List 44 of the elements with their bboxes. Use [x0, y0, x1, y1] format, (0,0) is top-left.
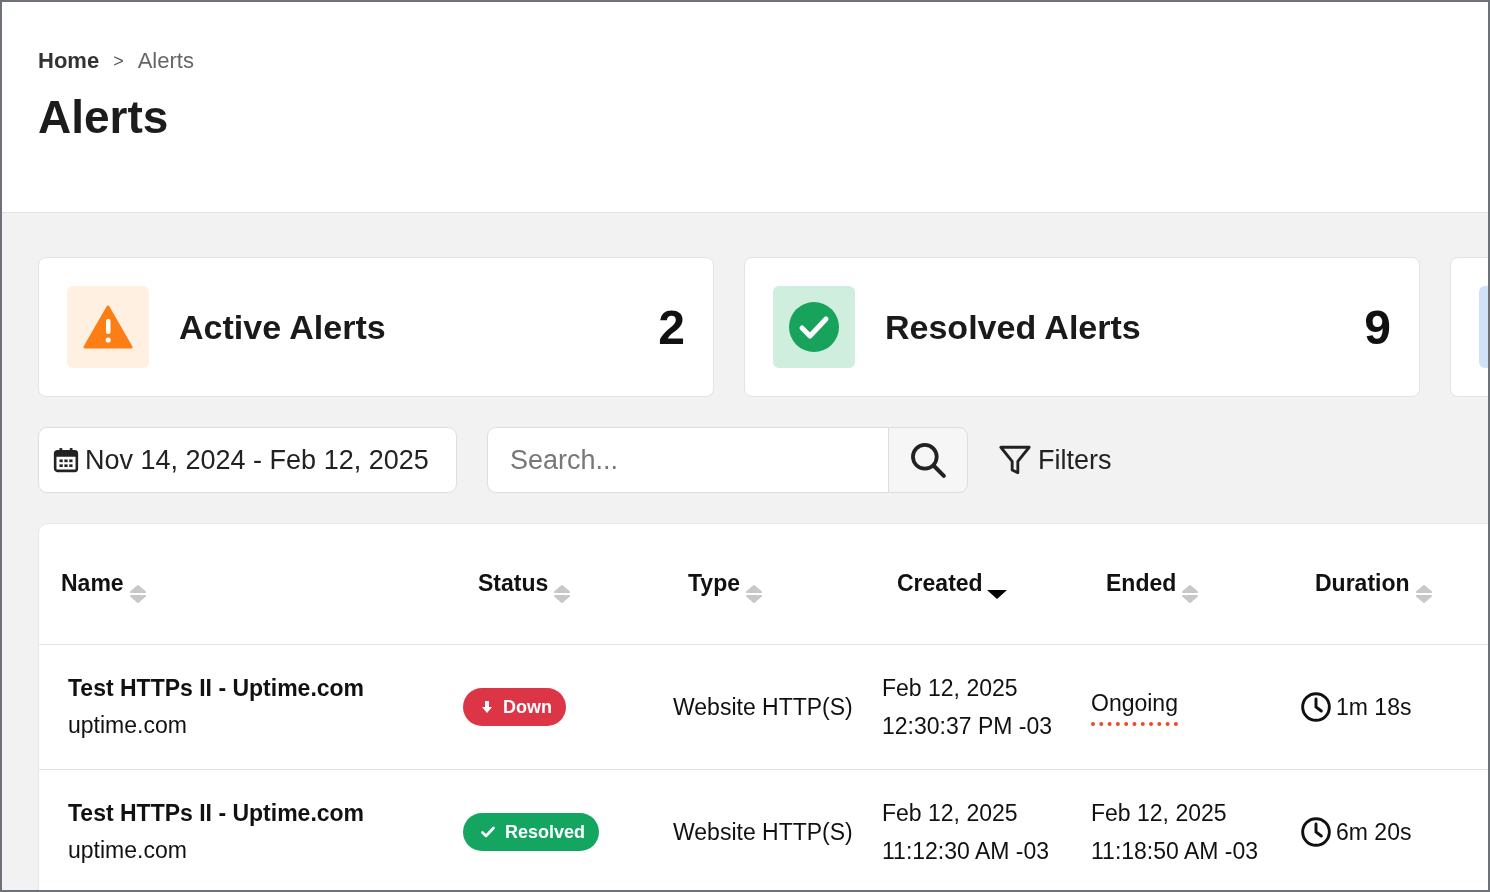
column-header[interactable]: Status	[478, 570, 549, 597]
table-cell-text: Feb 12, 2025	[882, 799, 1019, 828]
filters-button[interactable]: Filters	[998, 443, 1112, 477]
calendar-icon	[53, 446, 79, 474]
breadcrumb-link[interactable]: Home	[38, 48, 100, 74]
breadcrumb-separator: >	[113, 50, 124, 72]
card-count: 9	[1364, 299, 1391, 355]
table-cell-text: Feb 12, 2025	[882, 674, 1019, 703]
column-header[interactable]: Name	[61, 570, 124, 597]
down-arrow-icon	[481, 700, 493, 714]
duration: 1m 18s	[1336, 693, 1412, 721]
status-badge: Down	[463, 688, 566, 726]
alert-name[interactable]: Test HTTPs II - Uptime.com	[68, 800, 449, 827]
table-cell: Website HTTP(S)	[673, 693, 853, 720]
check-icon	[481, 826, 495, 838]
search-field[interactable]: Search...	[487, 427, 888, 493]
alert-name[interactable]: Test HTTPs II - Uptime.com	[68, 675, 449, 702]
search-icon	[909, 441, 947, 479]
clock-icon	[1300, 816, 1332, 848]
column-header[interactable]: Created	[897, 570, 983, 597]
alert-host: uptime.com	[68, 837, 188, 864]
page-title: Alerts	[38, 90, 170, 144]
card-label: Resolved Alerts	[885, 307, 1142, 347]
column-header[interactable]: Ended	[1106, 570, 1177, 597]
column-header[interactable]: Duration	[1315, 570, 1410, 597]
clock-icon	[1300, 691, 1332, 723]
triangle-icon	[83, 305, 133, 349]
ongoing-label: Ongoing	[1091, 688, 1178, 726]
table-cell-text: 11:18:50 AM -03	[1091, 837, 1260, 866]
column-header[interactable]: Type	[688, 570, 740, 597]
duration: 6m 20s	[1336, 818, 1412, 846]
alert-host: uptime.com	[68, 712, 188, 739]
check-circle-icon	[788, 301, 840, 353]
funnel-icon	[998, 443, 1032, 477]
table-cell: Website HTTP(S)	[673, 818, 853, 845]
table-cell-text: Feb 12, 2025	[1091, 799, 1228, 828]
card-count: 2	[658, 299, 685, 355]
card-label: Active Alerts	[179, 307, 387, 347]
date-range-field[interactable]: Nov 14, 2024 - Feb 12, 2025	[38, 427, 457, 493]
table-cell-text: 11:12:30 AM -03	[882, 837, 1051, 866]
table-cell-text: 12:30:37 PM -03	[882, 712, 1054, 741]
search-button[interactable]	[888, 427, 968, 493]
status-badge: Resolved	[463, 813, 600, 851]
breadcrumb-current: Alerts	[137, 48, 194, 74]
